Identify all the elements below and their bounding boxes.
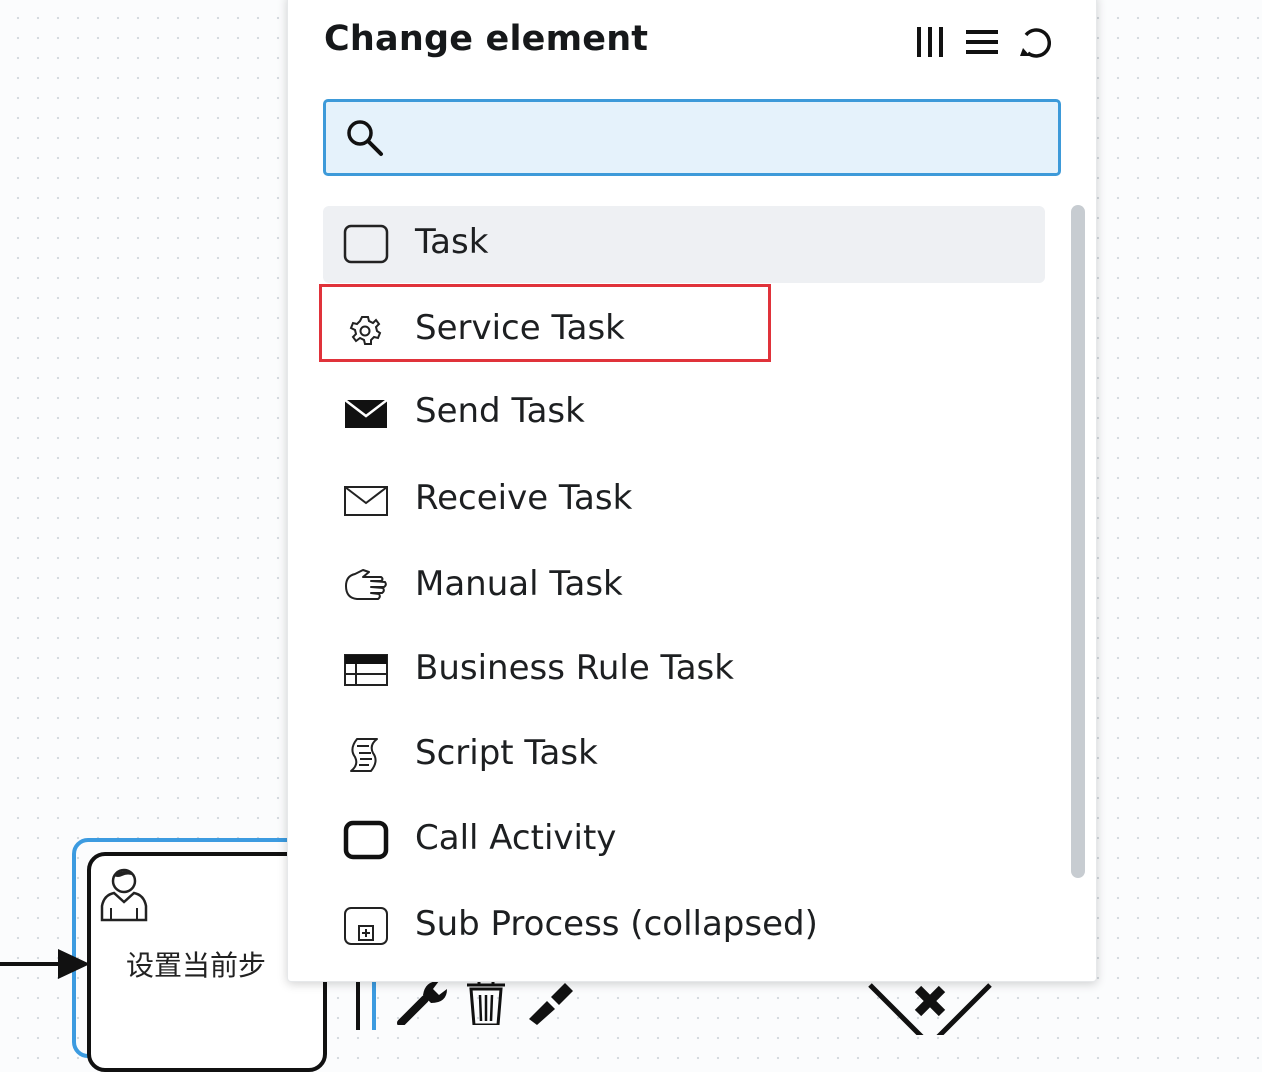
entry-label: Business Rule Task — [415, 648, 734, 688]
list-icon[interactable] — [965, 25, 999, 59]
call-activity-icon — [343, 820, 389, 860]
entry-label: Receive Task — [415, 478, 633, 518]
entry-sub-process-collapsed[interactable]: Sub Process (collapsed) — [323, 888, 1045, 965]
entry-service-task[interactable]: Service Task — [323, 292, 1045, 369]
search-icon — [347, 120, 383, 156]
entry-manual-task[interactable]: Manual Task — [323, 548, 1045, 625]
wrench-icon[interactable] — [395, 975, 450, 1025]
table-icon — [344, 654, 388, 686]
popup-title: Change element — [324, 19, 649, 59]
envelope-filled-icon — [344, 399, 388, 428]
task-label: 设置当前步 — [126, 949, 267, 982]
hand-icon — [345, 569, 387, 600]
entry-send-task[interactable]: Send Task — [323, 375, 1045, 452]
subprocess-icon — [344, 907, 388, 945]
entry-script-task[interactable]: Script Task — [323, 717, 1045, 794]
entry-label: Manual Task — [415, 564, 623, 604]
sequence-flow-arrow — [58, 949, 90, 979]
entry-label: Send Task — [415, 391, 585, 431]
scrollbar[interactable] — [1071, 205, 1085, 878]
entry-label: Script Task — [415, 733, 598, 773]
task-icon — [343, 224, 389, 264]
entry-label: Service Task — [415, 308, 625, 348]
reset-icon[interactable] — [1017, 25, 1051, 59]
entry-receive-task[interactable]: Receive Task — [323, 462, 1045, 539]
sequence-flow — [0, 962, 64, 966]
script-icon — [350, 738, 378, 772]
paint-icon[interactable] — [525, 975, 577, 1025]
envelope-outline-icon — [344, 486, 388, 516]
entry-call-activity[interactable]: Call Activity — [323, 802, 1045, 879]
entry-business-rule-task[interactable]: Business Rule Task — [323, 632, 1045, 709]
entry-task[interactable]: Task — [323, 206, 1045, 283]
entry-label: Task — [415, 222, 489, 262]
entry-label: Sub Process (collapsed) — [415, 904, 818, 944]
gear-icon — [349, 316, 382, 345]
columns-icon[interactable] — [913, 25, 947, 59]
user-icon — [100, 868, 148, 922]
trash-icon[interactable] — [463, 975, 509, 1025]
change-element-popup: Change element Task Service Task Send Ta… — [287, 0, 1097, 982]
search-field[interactable] — [323, 99, 1061, 176]
entry-label: Call Activity — [415, 818, 617, 858]
search-input[interactable] — [398, 112, 1042, 164]
